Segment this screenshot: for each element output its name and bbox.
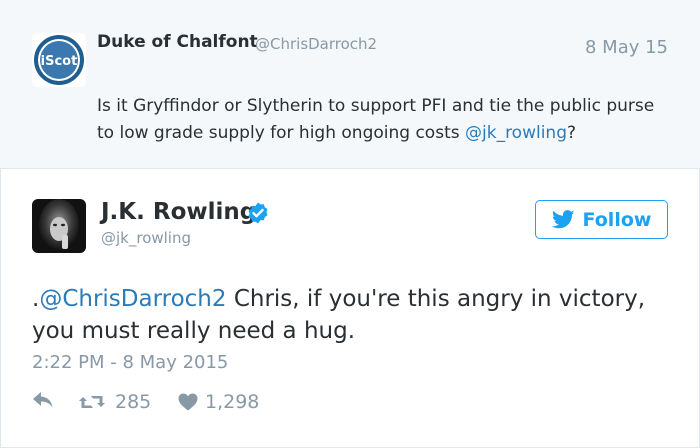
- retweet-icon: [79, 396, 105, 408]
- retweet-count: 285: [115, 391, 152, 413]
- avatar[interactable]: iScot: [32, 33, 86, 87]
- iscot-logo-icon: iScot: [32, 33, 86, 87]
- heart-icon: [178, 393, 198, 411]
- profile-photo: [32, 199, 86, 253]
- user-handle[interactable]: @jk_rowling: [101, 229, 191, 247]
- tweet-date[interactable]: 8 May 15: [585, 37, 668, 58]
- tweet-text: .@ChrisDarroch2 Chris, if you're this an…: [32, 283, 672, 347]
- mention-link[interactable]: @jk_rowling: [465, 123, 567, 143]
- verified-badge-icon: [248, 202, 268, 224]
- avatar-logo-text: iScot: [41, 54, 78, 69]
- reply-icon: [33, 392, 53, 408]
- retweet-button[interactable]: 285: [78, 391, 151, 413]
- mention-link[interactable]: @ChrisDarroch2: [39, 286, 226, 312]
- bird-icon: [551, 210, 575, 229]
- tweet-timestamp[interactable]: 2:22 PM - 8 May 2015: [32, 352, 228, 373]
- display-name[interactable]: J.K. Rowling: [101, 199, 256, 225]
- follow-button[interactable]: Follow: [535, 200, 668, 239]
- like-button[interactable]: 1,298: [178, 391, 259, 413]
- reply-button[interactable]: [32, 391, 54, 409]
- user-handle[interactable]: @ChrisDarroch2: [255, 35, 377, 53]
- parent-tweet[interactable]: iScot Duke of Chalfont @ChrisDarroch2 8 …: [0, 0, 700, 169]
- display-name[interactable]: Duke of Chalfont: [97, 32, 258, 52]
- like-count: 1,298: [205, 391, 260, 413]
- follow-label: Follow: [582, 208, 652, 231]
- tweet-text: Is it Gryffindor or Slytherin to support…: [97, 93, 667, 147]
- avatar[interactable]: [32, 199, 86, 253]
- tweet-text-end: ?: [567, 123, 577, 143]
